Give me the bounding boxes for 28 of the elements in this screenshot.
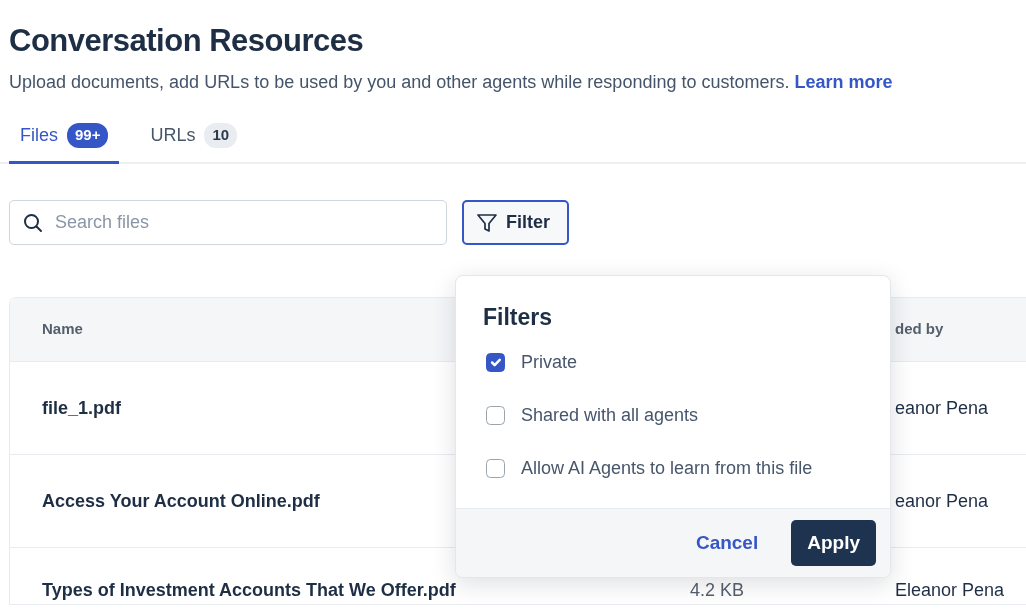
column-header: ded by [894,319,944,340]
search-icon [23,212,43,233]
checkbox[interactable] [486,405,505,425]
page-title: Conversation Resources [9,22,365,60]
uploader-name: Eleanor Pena [894,579,1005,603]
filter-button[interactable]: Filter [462,200,569,246]
tab[interactable]: Files 99+ [9,116,120,165]
count-badge: 99+ [67,123,109,148]
count-badge: 10 [204,123,238,148]
file-name: Access Your Account Online.pdf [42,490,320,511]
option-label: Private [521,350,578,374]
option-label: Allow AI Agents to learn from this file [521,456,813,480]
apply-button[interactable]: Apply [791,519,876,566]
tab[interactable]: URLs 10 [139,116,249,165]
uploader-name: eanor Pena [894,396,989,420]
page-description: Upload documents, add URLs to be used by you and other agents while responding to customers. Learn more [9,71,894,95]
checkbox[interactable] [486,458,505,478]
popup-title: Filters [483,303,554,332]
file-name: file_1.pdf [42,397,121,418]
column-header: Name [42,320,83,338]
option-label: Shared with all agents [521,403,699,427]
cancel-button[interactable]: Cancel [689,527,765,558]
file-name: Types of Investment Accounts That We Offer.pdf [42,580,456,601]
checkbox[interactable] [486,352,505,372]
filter-icon [476,211,498,234]
learn-more-link[interactable]: Learn more [794,72,893,93]
file-size: 4.2 KB [690,579,746,603]
uploader-name: eanor Pena [894,489,989,513]
